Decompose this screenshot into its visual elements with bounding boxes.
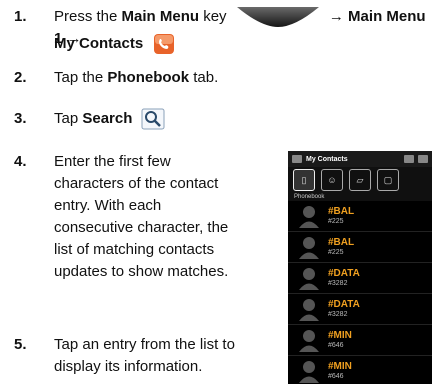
signal-icon [418,155,428,163]
search-icon [141,108,165,130]
my-contacts-label: My Contacts [54,35,144,52]
contact-number: #646 [328,373,344,380]
contact-row[interactable]: #BAL #225 [288,201,432,232]
step-number: 1. [14,8,27,25]
step-text: Press the [54,8,122,25]
main-menu-label: Main Menu [121,8,200,25]
contact-row[interactable]: #MIN #646 [288,356,432,384]
contact-avatar-icon [299,206,319,228]
contact-avatar-icon [299,361,319,383]
contact-name: #BAL [328,206,355,217]
contact-number: #225 [328,218,344,225]
contact-avatar-icon [299,330,319,352]
contacts-tab-bar: ▯ ☺ ▱ ▢ [288,167,432,193]
phonebook-label: Phonebook [107,69,190,86]
contact-name: #DATA [328,299,360,310]
battery-icon [404,155,414,163]
step-1-continuation: My Contacts [54,33,175,55]
main-menu-key-icon [236,7,319,28]
contact-number: #3282 [328,311,348,318]
tab-history[interactable]: ▢ [377,169,399,191]
contact-avatar-icon [299,299,319,321]
contact-row[interactable]: #DATA #3282 [288,263,432,294]
tab-phonebook[interactable]: ▯ [293,169,315,191]
tab-hotlist[interactable]: ▱ [349,169,371,191]
phone-screenshot: My Contacts ▯ ☺ ▱ ▢ Phonebook #BAL #225 #… [288,151,432,384]
tab-caption: Phonebook [288,193,432,201]
my-contacts-icon [154,34,175,55]
contact-row[interactable]: #DATA #3282 [288,294,432,325]
contact-number: #3282 [328,280,348,287]
contact-name: #BAL [328,237,355,248]
contact-name: #MIN [328,330,352,341]
contact-row[interactable]: #BAL #225 [288,232,432,263]
contact-number: #225 [328,249,344,256]
contacts-app-icon [292,155,302,163]
contact-avatar-icon [299,237,319,259]
contact-name: #MIN [328,361,352,372]
contact-row[interactable]: #MIN #646 [288,325,432,356]
contact-avatar-icon [299,268,319,290]
status-bar: My Contacts [288,151,432,167]
contact-number: #646 [328,342,344,349]
contact-name: #DATA [328,268,360,279]
screen-title: My Contacts [306,155,348,163]
tab-groups[interactable]: ☺ [321,169,343,191]
search-label: Search [82,110,133,127]
